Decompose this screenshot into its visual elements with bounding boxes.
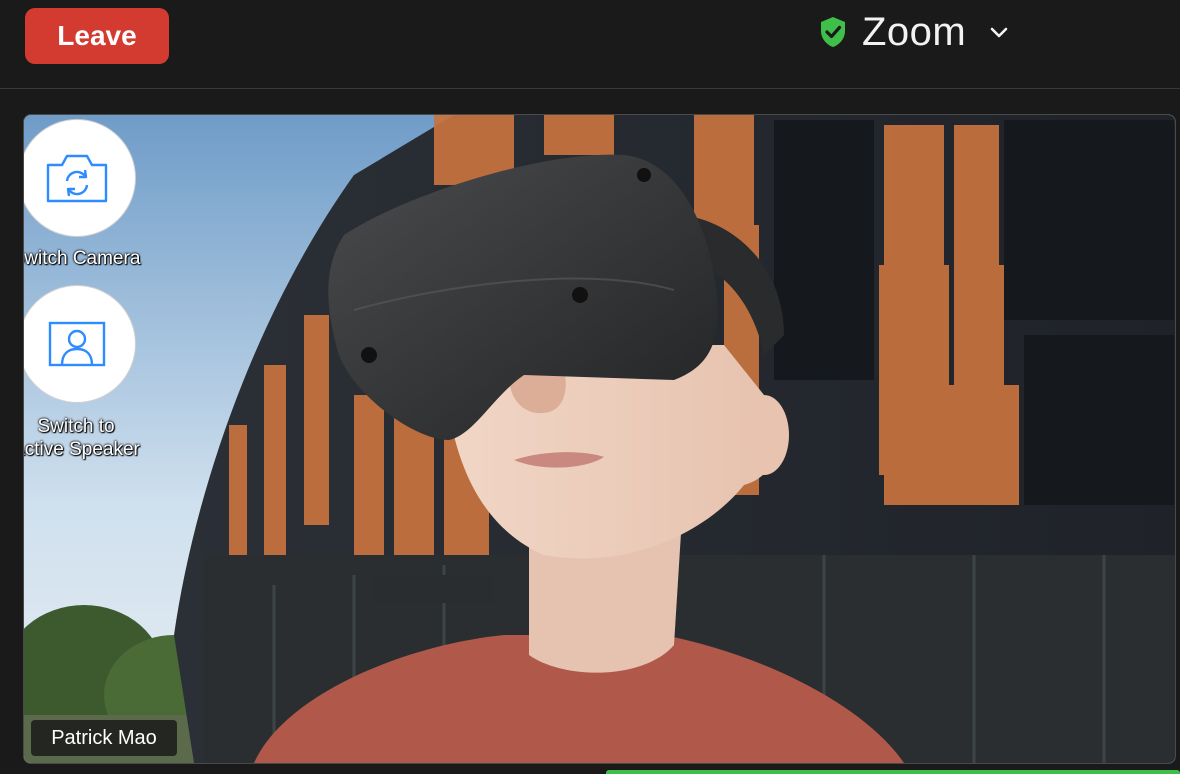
app-title: Zoom [862,9,967,54]
leave-button[interactable]: Leave [25,8,169,64]
active-speaker-icon [48,321,106,367]
switch-speaker-label-line1: Switch to [37,416,115,437]
video-feed [24,115,1175,763]
participant-video[interactable]: Switch Camera Switch to Active Speaker [23,114,1176,764]
camera-switch-icon [46,154,108,203]
meeting-title-group[interactable]: Zoom [818,4,1010,60]
chevron-down-icon[interactable] [988,21,1010,43]
top-bar: Leave Zoom [0,0,1180,89]
switch-camera-button[interactable] [24,119,136,237]
switch-active-speaker-label: Switch to Active Speaker [23,415,151,461]
switch-speaker-label-line2: Active Speaker [23,439,140,460]
switch-active-speaker-button[interactable] [24,285,136,403]
switch-camera-label: Switch Camera [23,248,141,269]
participant-name-tag: Patrick Mao [31,720,177,756]
bottom-indicator-bar [606,770,1180,774]
shield-check-icon [821,17,845,47]
